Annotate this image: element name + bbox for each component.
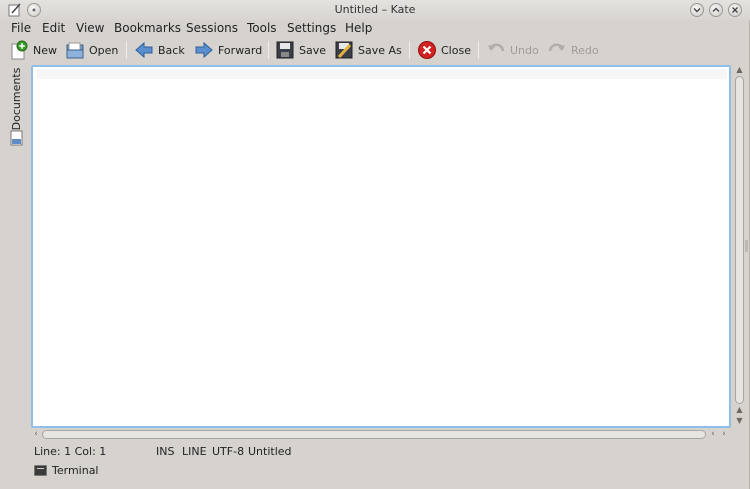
close-document-icon [418, 41, 436, 59]
menu-bar: File Edit View Bookmarks Sessions Tools … [0, 20, 750, 37]
menu-help[interactable]: Help [345, 21, 372, 35]
back-button[interactable]: Back [134, 39, 185, 61]
vertical-scroll-groove[interactable] [735, 76, 744, 404]
save-as-button-label: Save As [358, 43, 402, 57]
save-as-button[interactable]: Save As [334, 39, 402, 61]
close-icon [732, 7, 738, 13]
arrow-left-icon [135, 41, 153, 59]
editor-frame [31, 65, 731, 428]
title-bar[interactable]: Untitled – Kate [0, 0, 750, 20]
save-button[interactable]: Save [275, 39, 326, 61]
bottom-toolview-bar[interactable]: Terminal [0, 461, 750, 481]
documents-sidebar-tab[interactable]: Documents [7, 66, 27, 148]
resize-grip[interactable] [745, 240, 748, 252]
forward-button-label: Forward [218, 43, 263, 57]
new-button-label: New [33, 43, 57, 57]
new-button[interactable]: New [9, 39, 57, 61]
menu-file[interactable]: File [11, 21, 31, 35]
toolbar-separator [478, 41, 479, 59]
main-toolbar: New Open Back Forward Save Save As Close… [0, 37, 750, 63]
back-button-label: Back [158, 43, 185, 57]
arrow-right-icon [195, 41, 213, 59]
document-name: Untitled [248, 445, 292, 458]
close-window-button[interactable] [728, 3, 742, 17]
documents-tab-label: Documents [10, 67, 23, 131]
floppy-disk-icon [276, 41, 294, 59]
menu-edit[interactable]: Edit [42, 21, 65, 35]
menu-settings[interactable]: Settings [287, 21, 336, 35]
maximize-button[interactable] [709, 3, 723, 17]
minimize-button[interactable] [690, 3, 704, 17]
text-editor[interactable] [33, 67, 729, 426]
status-bar: Line: 1 Col: 1 INS LINE UTF-8 Untitled [0, 443, 750, 459]
forward-button[interactable]: Forward [194, 39, 262, 61]
documents-icon [10, 130, 23, 146]
scroll-down-arrow-icon[interactable]: ▼ [734, 416, 745, 426]
window-title: Untitled – Kate [334, 3, 416, 16]
selection-mode[interactable]: LINE [182, 445, 207, 458]
cursor-position: Line: 1 Col: 1 [34, 445, 107, 458]
chevron-up-icon [712, 7, 720, 12]
undo-button[interactable]: Undo [486, 39, 539, 61]
toolbar-separator [409, 41, 410, 59]
redo-button[interactable]: Redo [547, 39, 599, 61]
menu-bookmarks[interactable]: Bookmarks [114, 21, 181, 35]
toolbar-separator [126, 41, 127, 59]
horizontal-scroll-groove[interactable] [42, 430, 706, 439]
open-button-label: Open [89, 43, 119, 57]
close-button[interactable]: Close [417, 39, 471, 61]
save-button-label: Save [299, 43, 327, 57]
redo-icon [548, 43, 565, 52]
scroll-up-arrow-icon[interactable]: ▲ [734, 405, 745, 415]
chevron-down-icon [693, 8, 701, 13]
toolbar-separator [268, 41, 269, 59]
undo-button-label: Undo [510, 43, 539, 57]
close-button-label: Close [441, 43, 471, 57]
undo-icon [488, 43, 505, 52]
scroll-left-arrow-icon[interactable]: ‹ [31, 429, 41, 440]
input-mode[interactable]: INS [156, 445, 174, 458]
terminal-icon [34, 465, 47, 476]
menu-view[interactable]: View [76, 21, 104, 35]
horizontal-scrollbar[interactable]: ‹ ‹ › [31, 428, 731, 441]
open-button[interactable]: Open [65, 39, 118, 61]
new-document-icon [11, 40, 28, 60]
scroll-right-arrow-icon[interactable]: › [719, 429, 729, 440]
menu-tools[interactable]: Tools [247, 21, 277, 35]
kate-window: Untitled – Kate File Edit View Bookmarks… [0, 0, 750, 489]
menu-sessions[interactable]: Sessions [186, 21, 238, 35]
open-folder-icon [66, 42, 84, 59]
save-as-icon [335, 41, 353, 59]
terminal-tab[interactable]: Terminal [52, 464, 99, 477]
encoding[interactable]: UTF-8 [212, 445, 244, 458]
scroll-up-arrow-icon[interactable]: ▲ [734, 65, 745, 75]
scroll-left-arrow-icon[interactable]: ‹ [708, 429, 718, 440]
redo-button-label: Redo [571, 43, 599, 57]
